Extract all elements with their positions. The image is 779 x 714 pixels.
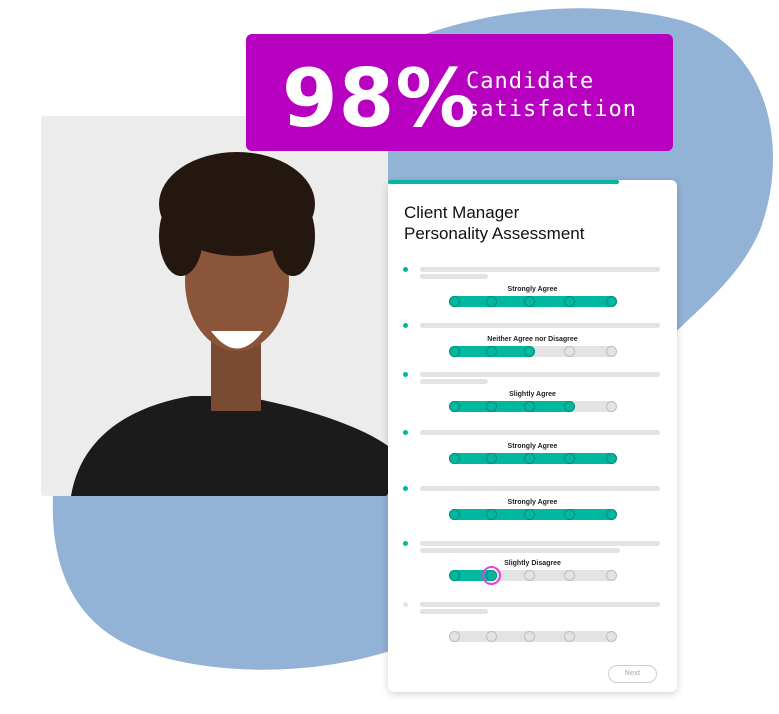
slider-option[interactable] (486, 346, 497, 357)
slider-option[interactable] (524, 453, 535, 464)
progress-bar (388, 180, 620, 184)
slider-option[interactable] (606, 631, 617, 642)
satisfaction-caption: Candidate satisfaction (466, 69, 637, 122)
likert-slider[interactable] (449, 453, 617, 464)
slider-option[interactable] (486, 296, 497, 307)
likert-slider[interactable] (449, 631, 617, 642)
answer-label: Slightly Disagree (504, 560, 561, 567)
cursor-ring (482, 566, 501, 585)
answer-label: Strongly Agree (507, 499, 558, 506)
question-text-placeholder (420, 609, 488, 614)
slider-option[interactable] (449, 346, 460, 357)
answer-label: Neither Agree nor Disagree (487, 336, 578, 343)
slider-option[interactable] (524, 296, 535, 307)
assessment-card: Client Manager Personality Assessment Str… (388, 180, 677, 692)
slider-option[interactable] (606, 570, 617, 581)
satisfaction-badge: 98% Candidate satisfaction (246, 34, 673, 151)
question-text-placeholder (420, 323, 660, 328)
slider-option[interactable] (524, 570, 535, 581)
likert-slider[interactable] (449, 509, 617, 520)
question-bullet (403, 541, 408, 546)
slider-option[interactable] (606, 453, 617, 464)
question-text-placeholder (420, 541, 660, 546)
slider-option[interactable] (564, 631, 575, 642)
slider-option[interactable] (449, 570, 460, 581)
slider-option[interactable] (486, 631, 497, 642)
question-bullet (403, 323, 408, 328)
next-button[interactable]: Next (608, 665, 657, 683)
question-text-placeholder (420, 486, 660, 491)
answer-label: Strongly Agree (507, 286, 558, 293)
slider-option[interactable] (606, 509, 617, 520)
likert-slider[interactable] (449, 296, 617, 307)
question-text-placeholder (420, 430, 660, 435)
candidate-photo (41, 116, 388, 496)
slider-option[interactable] (449, 509, 460, 520)
slider-option[interactable] (606, 401, 617, 412)
answer-label: Strongly Agree (507, 443, 558, 450)
slider-option[interactable] (524, 401, 535, 412)
assessment-title: Client Manager Personality Assessment (404, 203, 585, 243)
slider-option[interactable] (449, 631, 460, 642)
slider-option[interactable] (564, 509, 575, 520)
slider-option[interactable] (524, 631, 535, 642)
question-bullet (403, 372, 408, 377)
question-text-placeholder (420, 379, 488, 384)
slider-option[interactable] (564, 296, 575, 307)
slider-option[interactable] (564, 346, 575, 357)
question-text-placeholder (420, 602, 660, 607)
question-text-placeholder (420, 274, 488, 279)
slider-option[interactable] (486, 453, 497, 464)
likert-slider[interactable] (449, 346, 617, 357)
likert-slider[interactable] (449, 401, 617, 412)
question-bullet (403, 602, 408, 607)
likert-slider[interactable] (449, 566, 617, 585)
question-bullet (403, 486, 408, 491)
question-bullet (403, 430, 408, 435)
question-text-placeholder (420, 372, 660, 377)
question-text-placeholder (420, 548, 620, 553)
answer-label: Slightly Agree (509, 391, 556, 398)
satisfaction-value: 98% (282, 52, 477, 145)
person-illustration (71, 152, 388, 496)
slider-option[interactable] (564, 453, 575, 464)
question-text-placeholder (420, 267, 660, 272)
slider-option[interactable] (486, 509, 497, 520)
slider-option[interactable] (524, 509, 535, 520)
question-bullet (403, 267, 408, 272)
slider-option[interactable] (564, 570, 575, 581)
slider-option[interactable] (486, 401, 497, 412)
slider-option[interactable] (524, 346, 535, 357)
slider-option[interactable] (606, 296, 617, 307)
slider-option[interactable] (449, 296, 460, 307)
slider-option[interactable] (449, 453, 460, 464)
slider-option[interactable] (564, 401, 575, 412)
slider-option[interactable] (606, 346, 617, 357)
slider-fill (449, 401, 575, 412)
slider-option[interactable] (449, 401, 460, 412)
